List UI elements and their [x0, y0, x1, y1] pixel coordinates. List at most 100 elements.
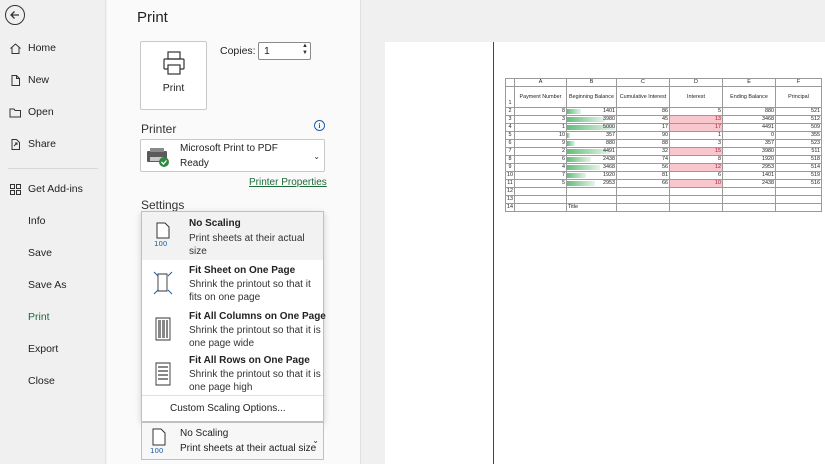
interest-cell: 10 — [669, 179, 723, 188]
table-row: 8 6 2438 74 8 1920 518 — [505, 155, 822, 164]
corner-cell — [505, 78, 515, 87]
beginning-balance-cell: 3980 — [566, 115, 617, 124]
sheet-cell — [514, 195, 567, 204]
no-scaling-icon: 100 — [150, 428, 166, 455]
sheet-cell — [775, 195, 822, 204]
interest-cell: 12 — [669, 163, 723, 172]
sidebar-item-label: Save As — [28, 279, 67, 291]
row-number: 6 — [505, 139, 515, 148]
table-row: 6 9 880 88 3 357 523 — [505, 139, 822, 148]
sidebar-item-export[interactable]: Export — [0, 337, 106, 361]
sheet-cell — [669, 195, 723, 204]
beginning-balance-cell: 2953 — [566, 179, 617, 188]
sidebar-divider — [8, 168, 98, 169]
sidebar-item-get-add-ins[interactable]: Get Add-ins — [0, 177, 106, 201]
payment-number-cell: 7 — [514, 171, 567, 180]
printer-icon — [162, 51, 185, 75]
copies-label: Copies: — [220, 45, 256, 57]
beginning-balance-cell: 5000 — [566, 123, 617, 132]
cell-value: 4491 — [603, 148, 615, 154]
column-letter: E — [722, 78, 776, 87]
print-button-label: Print — [162, 82, 185, 94]
info-icon[interactable]: i — [314, 120, 325, 131]
cell-value: 5000 — [603, 124, 615, 130]
row-number: 9 — [505, 163, 515, 172]
sidebar-item-label: Print — [28, 311, 50, 323]
payment-number-cell: 10 — [514, 131, 567, 140]
printer-select[interactable]: Microsoft Print to PDF Ready ⌄ — [140, 139, 325, 172]
column-header: Interest — [669, 86, 723, 108]
option-description: Shrink the printout so that it is one pa… — [189, 325, 321, 349]
interest-cell: 1 — [669, 131, 723, 140]
back-arrow-icon[interactable] — [5, 5, 25, 25]
scaling-option-no-scaling[interactable]: 100 No Scaling Print sheets at their act… — [142, 212, 323, 260]
home-icon — [8, 41, 22, 55]
data-bar — [567, 181, 596, 186]
table-row: 14 Title — [505, 203, 822, 212]
cell-value: 1401 — [603, 108, 615, 114]
spin-arrows-icon[interactable]: ▲ ▼ — [302, 43, 308, 57]
row-number: 3 — [505, 115, 515, 124]
svg-text:100: 100 — [154, 240, 167, 247]
printer-properties-link[interactable]: Printer Properties — [249, 177, 327, 188]
sheet-cell — [616, 195, 670, 204]
sheet-cell — [616, 203, 670, 212]
payment-number-cell: 4 — [514, 163, 567, 172]
table-row: 12 — [505, 187, 822, 196]
option-title: Fit All Rows on One Page — [189, 355, 310, 366]
beginning-balance-cell: 1401 — [566, 107, 617, 116]
sidebar-item-open[interactable]: Open — [0, 100, 106, 124]
sheet-cell — [722, 203, 776, 212]
row-number: 12 — [505, 187, 515, 196]
principal-cell: 523 — [775, 139, 822, 148]
sidebar-item-close[interactable]: Close — [0, 369, 106, 393]
interest-cell: 6 — [669, 171, 723, 180]
column-letter: C — [616, 78, 670, 87]
row-number: 8 — [505, 155, 515, 164]
sidebar-item-info[interactable]: Info — [0, 209, 106, 233]
scaling-current-description: Print sheets at their actual size — [180, 443, 317, 454]
sheet-cell — [514, 187, 567, 196]
cell-value: 3468 — [603, 164, 615, 170]
sidebar-item-home[interactable]: Home — [0, 36, 106, 60]
cumulative-interest-cell: 32 — [616, 147, 670, 156]
row-number: 14 — [505, 203, 515, 212]
sidebar-item-save-as[interactable]: Save As — [0, 273, 106, 297]
sheet-cell — [775, 187, 822, 196]
row-number: 7 — [505, 147, 515, 156]
sidebar-item-label: Open — [28, 106, 54, 118]
ending-balance-cell: 357 — [722, 139, 776, 148]
interest-cell: 15 — [669, 147, 723, 156]
scaling-option-fit-rows[interactable]: Fit All Rows on One Page Shrink the prin… — [142, 354, 323, 395]
sidebar-item-save[interactable]: Save — [0, 241, 106, 265]
ending-balance-cell: 4491 — [722, 123, 776, 132]
scaling-option-fit-columns[interactable]: Fit All Columns on One Page Shrink the p… — [142, 307, 326, 354]
cell-value: 880 — [606, 140, 615, 146]
column-letter: A — [514, 78, 567, 87]
page-title: Print — [137, 9, 168, 26]
sidebar-item-print[interactable]: Print — [0, 305, 106, 329]
data-bar — [567, 133, 571, 138]
column-header: Beginning Balance — [566, 86, 617, 108]
sidebar-item-share[interactable]: Share — [0, 132, 106, 156]
scaling-select[interactable]: 100 No Scaling Print sheets at their act… — [141, 422, 324, 460]
row-number: 4 — [505, 123, 515, 132]
beginning-balance-cell: 3468 — [566, 163, 617, 172]
printer-name: Microsoft Print to PDF — [180, 143, 278, 154]
print-button[interactable]: Print — [140, 41, 207, 110]
table-row: 13 — [505, 195, 822, 204]
sidebar-item-new[interactable]: New — [0, 68, 106, 92]
payment-number-cell: 5 — [514, 179, 567, 188]
principal-cell: 512 — [775, 115, 822, 124]
table-row: 7 2 4491 32 15 3980 511 — [505, 147, 822, 156]
scaling-option-fit-sheet[interactable]: Fit Sheet on One Page Shrink the printou… — [142, 260, 323, 307]
beginning-balance-cell: 880 — [566, 139, 617, 148]
ending-balance-cell: 3468 — [722, 115, 776, 124]
cumulative-interest-cell: 74 — [616, 155, 670, 164]
cell-value: 3980 — [603, 116, 615, 122]
svg-text:100: 100 — [150, 447, 163, 455]
ending-balance-cell: 0 — [722, 131, 776, 140]
custom-scaling-options[interactable]: Custom Scaling Options... — [170, 403, 286, 414]
copies-stepper[interactable]: 1 ▲ ▼ — [258, 42, 311, 60]
sheet-cell — [616, 187, 670, 196]
